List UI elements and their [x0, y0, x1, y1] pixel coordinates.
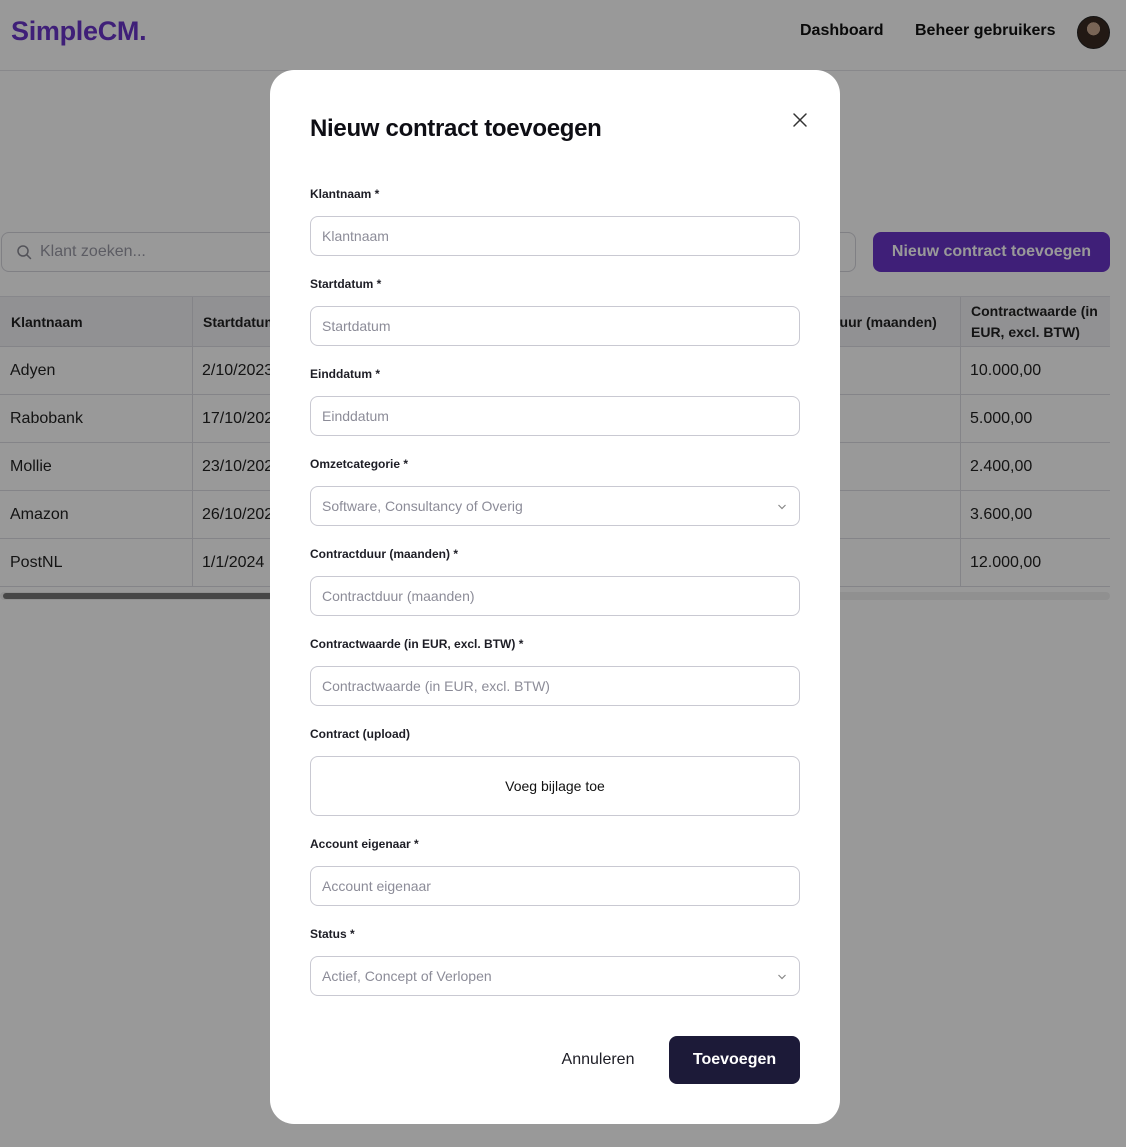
contractduur-label: Contractduur (maanden) *: [310, 547, 459, 561]
account-eigenaar-input[interactable]: [310, 866, 800, 906]
add-attachment-button[interactable]: Voeg bijlage toe: [310, 756, 800, 816]
status-placeholder: Actief, Concept of Verlopen: [322, 968, 492, 984]
startdatum-input[interactable]: [310, 306, 800, 346]
new-contract-dialog: Nieuw contract toevoegen Klantnaam * Sta…: [270, 70, 840, 1124]
omzetcategorie-placeholder: Software, Consultancy of Overig: [322, 498, 523, 514]
account-eigenaar-label: Account eigenaar *: [310, 837, 419, 851]
cancel-button[interactable]: Annuleren: [540, 1036, 656, 1084]
status-label: Status *: [310, 927, 355, 941]
startdatum-label: Startdatum *: [310, 277, 382, 291]
chevron-down-icon: [778, 974, 786, 980]
close-button[interactable]: [790, 110, 810, 130]
klantnaam-label: Klantnaam *: [310, 187, 380, 201]
contract-upload-label: Contract (upload): [310, 727, 410, 741]
dialog-title: Nieuw contract toevoegen: [310, 115, 602, 142]
submit-button[interactable]: Toevoegen: [669, 1036, 800, 1084]
contractwaarde-input[interactable]: [310, 666, 800, 706]
omzetcategorie-label: Omzetcategorie *: [310, 457, 409, 471]
status-select[interactable]: Actief, Concept of Verlopen: [310, 956, 800, 996]
contractduur-input[interactable]: [310, 576, 800, 616]
close-icon: [793, 113, 807, 127]
omzetcategorie-select[interactable]: Software, Consultancy of Overig: [310, 486, 800, 526]
chevron-down-icon: [778, 504, 786, 510]
klantnaam-input[interactable]: [310, 216, 800, 256]
einddatum-input[interactable]: [310, 396, 800, 436]
einddatum-label: Einddatum *: [310, 367, 381, 381]
contractwaarde-label: Contractwaarde (in EUR, excl. BTW) *: [310, 637, 524, 651]
